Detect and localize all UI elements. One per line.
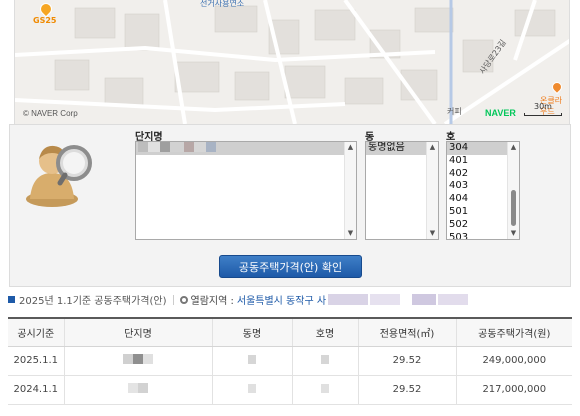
divider (172, 294, 174, 305)
user-search-icon (26, 145, 92, 207)
scroll-thumb[interactable] (511, 190, 516, 226)
cell-complex (64, 375, 213, 405)
complex-option-selected[interactable] (136, 142, 344, 155)
cell-complex (64, 346, 213, 376)
blurred-text (194, 142, 206, 152)
area-label: 열람지역 : (190, 296, 234, 307)
map-copyright: © NAVER Corp (23, 109, 78, 118)
bullet-square-icon (8, 296, 15, 303)
ho-scrollbar[interactable]: ▲ ▼ (507, 142, 519, 239)
cell-ho (292, 375, 359, 405)
ho-option[interactable]: 404 (447, 193, 507, 206)
map-view[interactable]: 선거사용연소 GS25 사당로23길 커피 온클라우드 © NAVER Corp… (14, 0, 570, 124)
blurred-text (412, 294, 437, 305)
header-area: 전용면적(㎡) (358, 317, 457, 347)
table-header-row: 공시기준 단지명 동명 호명 전용면적(㎡) 공동주택가격(원) (8, 317, 572, 347)
blurred-text (123, 354, 133, 364)
dong-scrollbar[interactable]: ▲ ▼ (426, 142, 438, 239)
cell-area: 29.52 (358, 346, 457, 376)
confirm-price-button[interactable]: 공동주택가격(안) 확인 (219, 255, 362, 278)
blurred-text (328, 294, 369, 305)
blurred-text (128, 383, 138, 393)
blurred-text (438, 294, 469, 305)
dong-option[interactable]: 동명없음 (366, 142, 426, 155)
blurred-text (138, 383, 148, 393)
side-label: 커피 (447, 107, 462, 116)
scroll-up-icon[interactable]: ▲ (345, 142, 356, 153)
gs25-label: GS25 (33, 16, 57, 25)
info-line: 2025년 1.1기준 공동주택가격(안) 열람지역 : 서울특별시 동작구 사 (8, 292, 572, 308)
table-row: 2025.1.1 29.52 249,000,000 (8, 346, 572, 376)
complex-listbox[interactable]: ▲ ▼ (135, 141, 357, 240)
scroll-up-icon[interactable]: ▲ (508, 142, 519, 153)
ho-option[interactable]: 503 (447, 232, 507, 239)
blurred-text (370, 294, 401, 305)
cell-dong (212, 346, 293, 376)
area-value: 서울특별시 동작구 사 (236, 296, 327, 307)
scale-bar (524, 113, 562, 116)
blurred-text (170, 142, 184, 152)
map-scale: 30m (524, 102, 562, 116)
blurred-text (138, 142, 148, 152)
blurred-text (184, 142, 194, 152)
dong-listbox[interactable]: 동명없음 ▲ ▼ (365, 141, 439, 240)
blurred-text (321, 354, 329, 364)
scroll-up-icon[interactable]: ▲ (427, 142, 438, 153)
cell-price: 217,000,000 (456, 375, 572, 405)
blurred-text (321, 383, 329, 393)
scroll-down-icon[interactable]: ▼ (427, 228, 438, 239)
table-row: 2024.1.1 29.52 217,000,000 (8, 375, 572, 405)
blurred-text (248, 354, 256, 364)
header-dong: 동명 (212, 317, 293, 347)
cell-dong (212, 375, 293, 405)
ho-option[interactable]: 403 (447, 180, 507, 193)
header-base-date: 공시기준 (8, 317, 65, 347)
ho-option[interactable]: 501 (447, 206, 507, 219)
ho-listbox[interactable]: 304 401 402 403 404 501 502 503 ▲ ▼ (446, 141, 520, 240)
blurred-text (143, 354, 153, 364)
blurred-text (133, 354, 143, 364)
location-circle-icon (179, 295, 188, 304)
ho-option[interactable]: 401 (447, 155, 507, 168)
scroll-down-icon[interactable]: ▼ (508, 228, 519, 239)
blurred-text (160, 142, 170, 152)
base-date-text: 2025년 1.1기준 공동주택가격(안) (19, 296, 167, 307)
map-top-label: 선거사용연소 (200, 0, 245, 8)
header-complex: 단지명 (64, 317, 213, 347)
map-pin-icon (37, 0, 55, 18)
blurred-text (248, 383, 256, 393)
cell-date: 2025.1.1 (8, 346, 65, 376)
price-table: 공시기준 단지명 동명 호명 전용면적(㎡) 공동주택가격(원) 2025.1.… (8, 317, 572, 405)
cell-ho (292, 346, 359, 376)
blurred-text (148, 142, 160, 152)
cell-area: 29.52 (358, 375, 457, 405)
scale-label: 30m (534, 102, 552, 111)
blurred-text (206, 142, 216, 152)
ho-option[interactable]: 402 (447, 168, 507, 181)
gs25-marker[interactable]: GS25 (33, 0, 59, 29)
cell-date: 2024.1.1 (8, 375, 65, 405)
complex-scrollbar[interactable]: ▲ ▼ (344, 142, 356, 239)
header-ho: 호명 (292, 317, 359, 347)
ho-option[interactable]: 502 (447, 219, 507, 232)
header-price: 공동주택가격(원) (456, 317, 572, 347)
naver-logo: NAVER (485, 108, 516, 118)
ho-option[interactable]: 304 (447, 142, 507, 155)
scroll-down-icon[interactable]: ▼ (345, 228, 356, 239)
cell-price: 249,000,000 (456, 346, 572, 376)
